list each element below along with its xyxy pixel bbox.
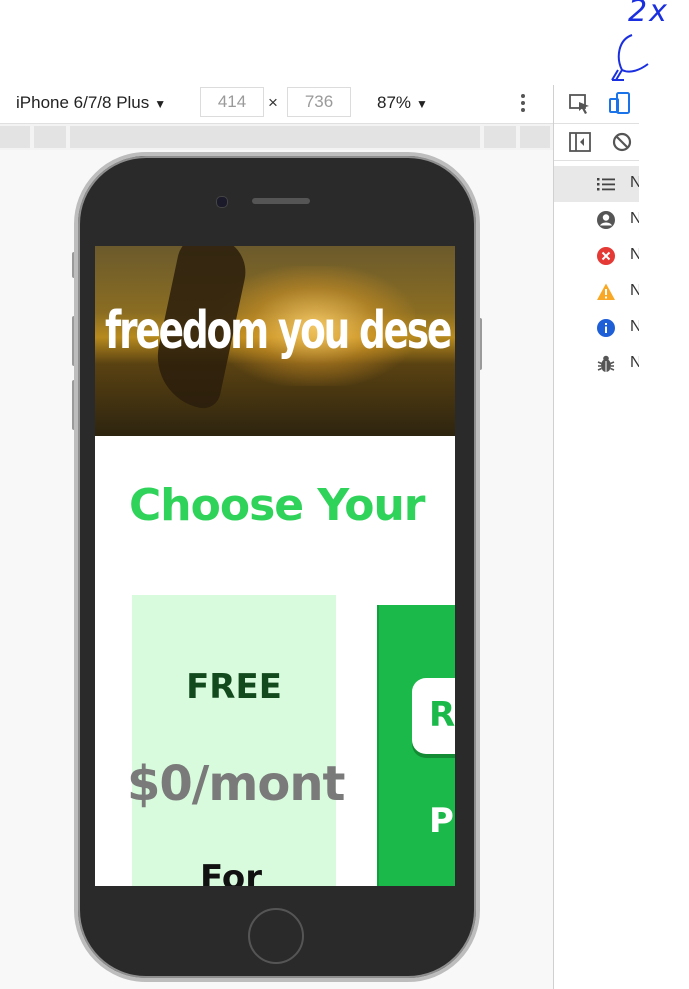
phone-home-button xyxy=(248,908,304,964)
media-query-segment[interactable] xyxy=(484,126,516,148)
more-options-icon[interactable] xyxy=(518,91,528,117)
sidebar-item-messages[interactable]: N xyxy=(554,166,642,202)
device-toolbar-toggle-icon[interactable] xyxy=(608,91,632,115)
annotation-area: 2x xyxy=(0,0,689,85)
pricing-card-free: FREE xyxy=(132,595,336,886)
device-toolbar: iPhone 6/7/8 Plus ▼ 414 × 736 87% ▼ xyxy=(0,85,553,124)
section-title: Choose Your xyxy=(129,480,425,531)
plan-badge-label: R xyxy=(429,695,455,735)
panel-edge xyxy=(639,85,689,989)
sidebar-item-warnings[interactable]: N xyxy=(554,274,642,310)
sidebar-toggle-icon[interactable] xyxy=(568,130,592,154)
plan-title: FREE xyxy=(186,667,282,707)
pricing-card-pro: R P xyxy=(377,605,455,886)
chevron-down-icon: ▼ xyxy=(416,97,428,111)
sidebar-item-verbose[interactable]: N xyxy=(554,346,642,382)
media-query-segment[interactable] xyxy=(34,126,66,148)
media-query-segment[interactable] xyxy=(70,126,480,148)
hero-title: freedom you dese xyxy=(105,301,452,361)
emulated-page[interactable]: freedom you dese Choose Your FREE R P $0… xyxy=(95,246,455,886)
device-select-label: iPhone 6/7/8 Plus xyxy=(16,93,150,112)
devtools-panel: N N N N N N xyxy=(553,85,642,989)
plan-description: For xyxy=(200,858,262,886)
chevron-down-icon: ▼ xyxy=(154,97,167,111)
info-icon xyxy=(597,319,615,337)
media-query-bar[interactable] xyxy=(0,124,553,150)
media-query-segment[interactable] xyxy=(520,126,550,148)
phone-speaker xyxy=(252,198,310,204)
list-icon xyxy=(597,178,615,191)
zoom-select[interactable]: 87% ▼ xyxy=(377,93,428,113)
console-toolbar xyxy=(554,124,640,161)
sidebar-item-info[interactable]: N xyxy=(554,310,642,346)
media-query-segment[interactable] xyxy=(0,126,30,148)
plan-badge-button[interactable]: R xyxy=(412,678,455,754)
plan-price: $0/mont xyxy=(127,756,345,812)
annotation-arrow-icon xyxy=(611,34,649,81)
device-select[interactable]: iPhone 6/7/8 Plus ▼ xyxy=(16,93,166,113)
bug-icon xyxy=(597,355,615,372)
sidebar-item-errors[interactable]: N xyxy=(554,238,642,274)
sidebar-item-user-messages[interactable]: N xyxy=(554,202,642,238)
width-input[interactable]: 414 xyxy=(200,87,264,117)
zoom-label: 87% xyxy=(377,93,412,112)
height-input[interactable]: 736 xyxy=(287,87,351,117)
plan-title: P xyxy=(429,801,454,841)
dimension-separator: × xyxy=(268,93,278,112)
error-icon xyxy=(597,247,615,265)
warning-icon xyxy=(597,283,615,300)
clear-console-icon[interactable] xyxy=(610,130,634,154)
hero-banner: freedom you dese xyxy=(95,246,455,436)
devtools-top-toolbar xyxy=(554,85,640,124)
inspect-element-icon[interactable] xyxy=(568,92,592,116)
user-icon xyxy=(597,211,615,229)
phone-camera xyxy=(216,196,228,208)
